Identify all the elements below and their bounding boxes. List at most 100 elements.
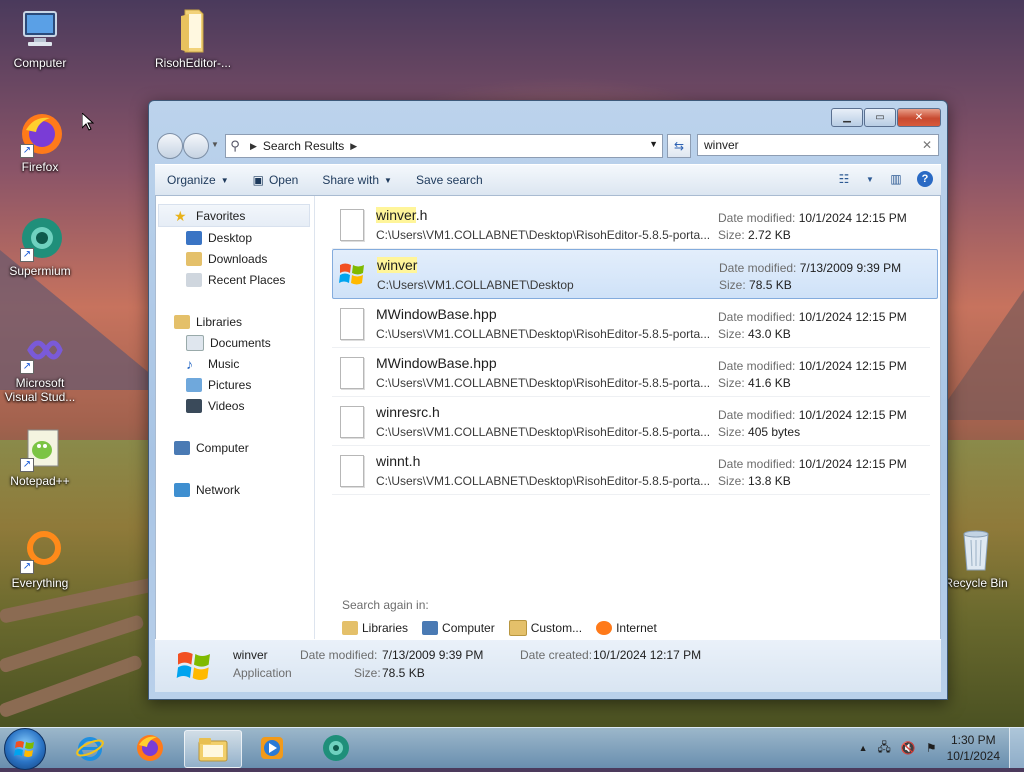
nav-label: Computer [196, 440, 249, 455]
nav-label: Desktop [208, 230, 253, 245]
file-icon [340, 357, 364, 389]
size-label: Size: [718, 228, 745, 242]
nav-desktop[interactable]: Desktop [156, 227, 314, 248]
date-label: Date modified: [719, 261, 797, 275]
search-again-custom[interactable]: Custom... [508, 620, 582, 636]
details-size-label: Size: [354, 666, 381, 680]
search-again-computer[interactable]: Computer [422, 620, 495, 636]
minimize-button[interactable]: ▁ [831, 108, 863, 127]
result-name: winresrc.h [376, 404, 440, 420]
nav-downloads[interactable]: Downloads [156, 248, 314, 269]
taskbar-file-explorer[interactable] [184, 730, 242, 768]
close-button[interactable]: ✕ [897, 108, 941, 127]
open-button[interactable]: ▣ Open [241, 173, 311, 187]
taskbar-firefox[interactable] [122, 730, 178, 766]
organize-button[interactable]: Organize ▼ [155, 173, 241, 187]
result-row[interactable]: winresrc.h C:\Users\VM1.COLLABNET\Deskto… [332, 397, 930, 446]
desktop-icon-everything[interactable]: ↗ Everything [2, 526, 78, 590]
desktop-icon-label: Notepad++ [10, 474, 70, 488]
clear-search-icon[interactable]: ✕ [922, 138, 932, 152]
size-value: 13.8 KB [748, 474, 791, 488]
clock[interactable]: 1:30 PM 10/1/2024 [947, 732, 1000, 764]
recent-pages-dropdown[interactable]: ▼ [211, 140, 219, 149]
desktop-icon-recycle-bin[interactable]: Recycle Bin [938, 526, 1014, 590]
change-view-icon[interactable]: ☷ [833, 170, 855, 188]
address-dropdown-icon[interactable]: ▼ [649, 139, 658, 149]
view-options-dropdown-icon[interactable]: ▼ [865, 170, 875, 188]
caption-buttons: ▁ ▭ ✕ [831, 108, 941, 127]
desktop-icon-visual-studio[interactable]: ↗ Microsoft Visual Stud... [2, 326, 78, 404]
search-hit-highlight: winver [377, 257, 418, 273]
volume-muted-icon[interactable]: 🔇 [901, 741, 916, 755]
search-box[interactable]: winver ✕ [697, 134, 939, 156]
result-row[interactable]: winnt.h C:\Users\VM1.COLLABNET\Desktop\R… [332, 446, 930, 495]
mouse-cursor-icon [82, 113, 94, 131]
nav-music[interactable]: ♪ Music [156, 353, 314, 374]
nav-pictures[interactable]: Pictures [156, 374, 314, 395]
nav-recent-places[interactable]: Recent Places [156, 269, 314, 290]
search-input[interactable]: winver [704, 138, 739, 152]
date-value: 10/1/2024 12:15 PM [798, 359, 907, 373]
size-label: Size: [718, 474, 745, 488]
nav-label: Favorites [196, 208, 246, 223]
breadcrumb-search-results[interactable]: Search Results [263, 139, 344, 153]
taskbar-media-player[interactable] [244, 730, 300, 766]
back-button[interactable] [157, 133, 183, 159]
search-again-internet[interactable]: Internet [596, 620, 657, 636]
nav-label: Network [196, 482, 241, 497]
shortcut-arrow-icon: ↗ [20, 144, 34, 158]
preview-pane-icon[interactable]: ▥ [885, 170, 907, 188]
computer-icon [174, 440, 190, 455]
desktop-icon-notepadpp[interactable]: ↗ Notepad++ [2, 424, 78, 488]
nav-network[interactable]: Network [156, 479, 314, 500]
show-hidden-icons-icon[interactable]: ▲ [859, 743, 868, 753]
date-label: Date modified: [718, 408, 796, 422]
network-icon[interactable]: 🖧 [878, 738, 891, 759]
libraries-icon [174, 314, 190, 329]
details-name: winver [233, 648, 268, 662]
result-row[interactable]: winver.h C:\Users\VM1.COLLABNET\Desktop\… [332, 200, 930, 249]
share-with-button[interactable]: Share with ▼ [310, 173, 404, 187]
app-window-icon: ▣ [252, 173, 264, 187]
size-label: Size: [719, 278, 746, 292]
desktop-icon-computer[interactable]: Computer [2, 6, 78, 70]
desktop-icon-risoheditor[interactable]: RisohEditor-... [155, 6, 231, 70]
search-again-libraries[interactable]: Libraries [342, 620, 408, 636]
folder-icon [198, 738, 228, 762]
result-row[interactable]: MWindowBase.hpp C:\Users\VM1.COLLABNET\D… [332, 348, 930, 397]
size-label: Size: [718, 425, 745, 439]
link-label: Libraries [362, 621, 409, 635]
nav-computer[interactable]: Computer [156, 437, 314, 458]
file-icon [340, 308, 364, 340]
start-button[interactable] [4, 728, 46, 770]
desktop-icon-supermium[interactable]: ↗ Supermium [2, 214, 78, 278]
videos-icon [186, 398, 202, 413]
nav-favorites[interactable]: ★ Favorites [158, 204, 310, 227]
nav-videos[interactable]: Videos [156, 395, 314, 416]
forward-button[interactable] [183, 133, 209, 159]
file-icon [340, 406, 364, 438]
maximize-button[interactable]: ▭ [864, 108, 896, 127]
organize-label: Organize [167, 173, 216, 187]
show-desktop-button[interactable] [1009, 728, 1024, 768]
size-value: 2.72 KB [748, 228, 791, 242]
result-row[interactable]: MWindowBase.hpp C:\Users\VM1.COLLABNET\D… [332, 299, 930, 348]
address-row: ▼ ⚲ ▶ Search Results ▶ ▼ ⇆ winver ✕ [157, 132, 939, 159]
desktop-icon-firefox[interactable]: ↗ Firefox [2, 110, 78, 174]
taskbar-supermium[interactable] [308, 730, 364, 766]
downloads-folder-icon [186, 251, 202, 266]
name-rest: MWindowBase.hpp [376, 306, 497, 322]
nav-libraries[interactable]: Libraries [156, 311, 314, 332]
computer-icon [16, 6, 64, 54]
breadcrumb-separator-icon[interactable]: ▶ [250, 141, 257, 152]
refresh-button[interactable]: ⇆ [667, 134, 691, 158]
result-row-selected[interactable]: winver C:\Users\VM1.COLLABNET\Desktop Da… [332, 249, 938, 299]
nav-documents[interactable]: Documents [156, 332, 314, 353]
action-center-flag-icon[interactable]: ⚑ [926, 741, 937, 755]
save-search-button[interactable]: Save search [404, 173, 495, 187]
taskbar-internet-explorer[interactable] [62, 730, 118, 766]
address-bar[interactable]: ⚲ ▶ Search Results ▶ ▼ [225, 134, 663, 158]
breadcrumb-separator-icon[interactable]: ▶ [350, 141, 357, 152]
file-icon [340, 455, 364, 487]
help-icon[interactable]: ? [917, 171, 933, 187]
